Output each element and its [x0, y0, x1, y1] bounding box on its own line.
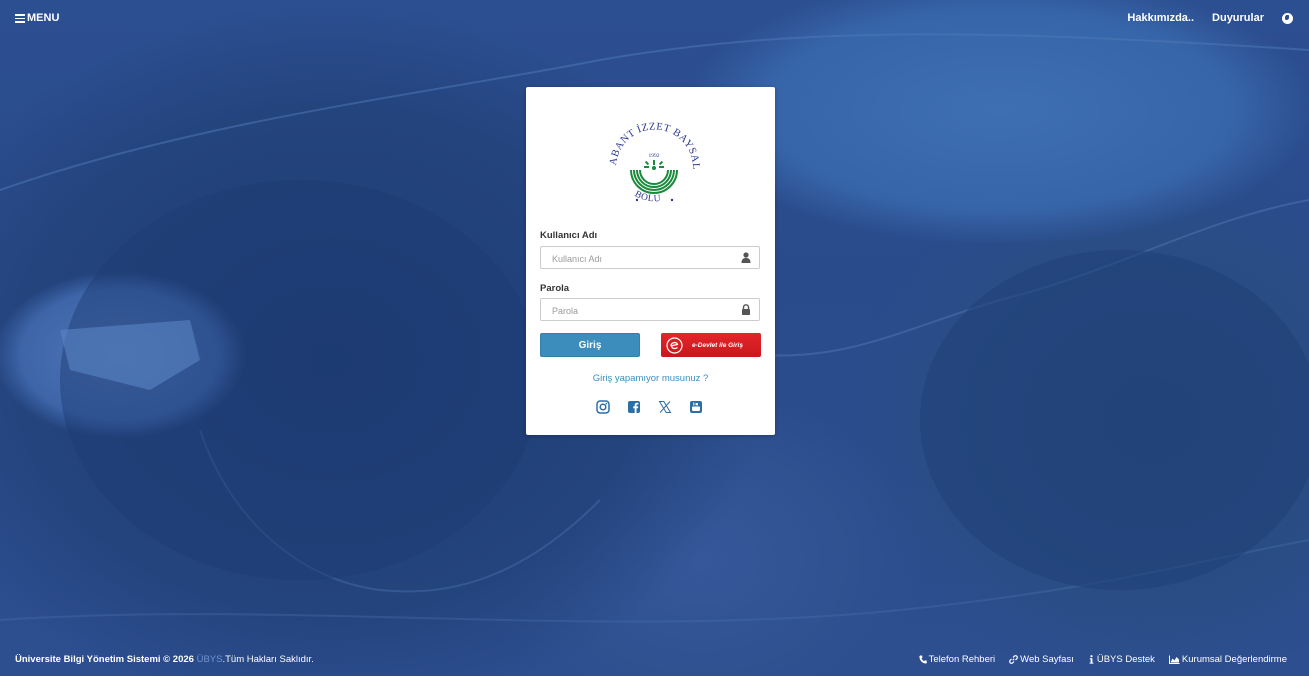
about-link[interactable]: Hakkımızda.. [1127, 12, 1194, 24]
website-label: Web Sayfası [1020, 654, 1074, 665]
top-right-nav: Hakkımızda.. Duyurular [1127, 12, 1293, 24]
footer-rights: .Tüm Hakları Saklıdır. [222, 654, 314, 665]
phone-icon [919, 655, 927, 664]
youtube-icon[interactable] [689, 400, 703, 414]
announcements-link[interactable]: Duyurular [1212, 12, 1264, 24]
menu-label: MENU [27, 12, 60, 25]
hamburger-icon [15, 12, 25, 25]
top-navbar: MENU Hakkımızda.. Duyurular [0, 0, 1309, 40]
ubys-support-label: ÜBYS Destek [1096, 654, 1155, 665]
footer-system-name: Üniversite Bilgi Yönetim Sistemi © 2026 [15, 654, 194, 665]
edevlet-login-label: e-Devlet ile Giriş [692, 341, 743, 349]
edevlet-logo-icon [666, 336, 683, 354]
institutional-evaluation-label: Kurumsal Değerlendirme [1181, 654, 1287, 665]
university-logo: ABANT İZZET BAYSAL ÜNİVERSİTESİ BOLU 199… [602, 108, 701, 204]
logo-year: 1992 [649, 153, 660, 159]
username-label: Kullanıcı Adı [540, 230, 598, 241]
chart-icon [1168, 655, 1180, 664]
info-icon [1089, 655, 1094, 664]
institutional-evaluation-link[interactable]: Kurumsal Değerlendirme [1168, 654, 1287, 665]
facebook-icon[interactable] [627, 400, 641, 414]
password-field[interactable] [540, 298, 760, 321]
username-input[interactable] [550, 251, 734, 267]
phone-directory-label: Telefon Rehberi [928, 654, 996, 665]
svg-text:ABANT İZZET BAYSAL ÜNİVERSİTES: ABANT İZZET BAYSAL ÜNİVERSİTESİ [602, 108, 701, 170]
social-links [596, 400, 703, 414]
footer: Üniversite Bilgi Yönetim Sistemi © 2026 … [0, 650, 1309, 670]
phone-directory-link[interactable]: Telefon Rehberi [919, 654, 996, 665]
password-label: Parola [540, 283, 570, 294]
link-icon [1009, 655, 1019, 664]
password-input[interactable] [550, 303, 734, 319]
trouble-login-link[interactable]: Giriş yapamıyor musunuz ? [526, 373, 775, 384]
login-button[interactable]: Giriş [540, 333, 640, 357]
username-field[interactable] [540, 246, 760, 269]
footer-links: Telefon Rehberi Web Sayfası ÜBYS Destek … [919, 654, 1287, 665]
user-icon [741, 252, 751, 263]
globe-icon[interactable] [1282, 12, 1293, 24]
edevlet-login-button[interactable]: e-Devlet ile Giriş [661, 333, 761, 357]
instagram-icon[interactable] [596, 400, 610, 414]
ubys-support-link[interactable]: ÜBYS Destek [1088, 654, 1155, 665]
lock-icon [742, 304, 750, 315]
x-icon[interactable] [658, 400, 672, 414]
logo-arc-text: ABANT İZZET BAYSAL ÜNİVERSİTESİ [602, 108, 701, 170]
menu-button[interactable]: MENU [15, 12, 59, 25]
footer-brand[interactable]: ÜBYS [197, 654, 223, 665]
website-link[interactable]: Web Sayfası [1009, 654, 1074, 665]
footer-copyright: Üniversite Bilgi Yönetim Sistemi © 2026 … [15, 654, 314, 665]
login-card: ABANT İZZET BAYSAL ÜNİVERSİTESİ BOLU 199… [526, 87, 775, 435]
